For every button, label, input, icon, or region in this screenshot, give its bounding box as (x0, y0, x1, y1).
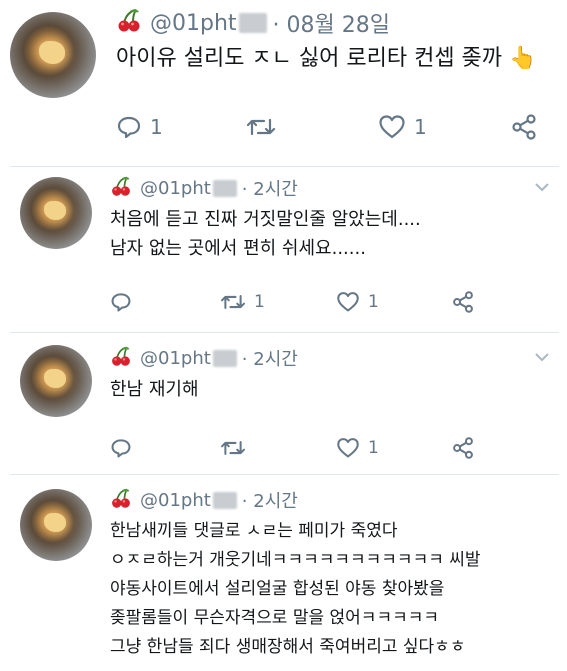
reply-button[interactable] (110, 291, 140, 313)
tweet-text: 아이유 설리도 ㅈㄴ 싫어 로리타 컨셉 좆까 👆 (116, 44, 536, 74)
cherry-icon (110, 345, 132, 372)
reply-tweet[interactable]: @01pht · 2시간 한남새끼들 댓글로 ㅅㄹ는 페미가 죽였다 ㅇㅈㄹ하는… (0, 475, 567, 671)
cherry-icon (110, 175, 132, 202)
tweet-text-line: 처음에 듣고 진짜 거짓말인줄 알았는데.... (110, 209, 421, 230)
reply-count: 1 (150, 115, 163, 139)
share-button[interactable] (452, 291, 474, 313)
reply-button[interactable]: 1 (116, 114, 163, 140)
tweet-text-line: 야동사이트에서 설리얼굴 합성된 야동 찾아봤을 (110, 579, 445, 599)
like-button[interactable]: 1 (336, 291, 379, 313)
avatar[interactable] (20, 177, 92, 249)
chevron-down-icon[interactable] (534, 351, 550, 363)
cherry-icon (110, 487, 132, 514)
avatar[interactable] (20, 345, 92, 417)
timestamp[interactable]: · 2시간 (242, 345, 298, 371)
tweet-text: 한남 재기해 (110, 375, 199, 404)
like-button[interactable]: 1 (336, 437, 379, 459)
redacted-handle (212, 491, 237, 509)
tweet-text-line: 남자 없는 곳에서 편히 쉬세요...... (110, 238, 366, 259)
avatar[interactable] (20, 489, 92, 561)
user-handle[interactable]: @01pht (140, 348, 211, 369)
tweet-text-line: 좆팔롬들이 무슨자격으로 말을 얹어ㅋㅋㅋㅋㅋ (110, 608, 440, 628)
avatar[interactable] (10, 12, 96, 98)
timestamp[interactable]: · 2시간 (242, 175, 298, 201)
share-button[interactable] (511, 114, 537, 140)
retweet-button[interactable] (220, 437, 254, 459)
share-icon (453, 291, 473, 313)
tweet-text-line: 그냥 한남들 죄다 생매장해서 죽여버리고 싶다ㅎㅎ (110, 637, 466, 657)
retweet-icon (220, 295, 246, 309)
pointing-up-emoji: 👆 (509, 46, 537, 71)
user-handle[interactable]: @01pht (140, 490, 211, 511)
heart-icon (337, 438, 359, 458)
tweet-header: @01pht · 08월 28일 (116, 8, 390, 38)
redacted-handle (238, 13, 267, 33)
share-button[interactable] (452, 437, 474, 459)
retweet-button[interactable]: 1 (220, 291, 265, 313)
retweet-icon (246, 118, 276, 136)
retweet-count: 1 (254, 292, 265, 312)
tweet-text-line: 아이유 설리도 ㅈㄴ 싫어 로리타 컨셉 좆까 (116, 46, 503, 71)
like-count: 1 (368, 438, 379, 458)
timestamp[interactable]: · 2시간 (242, 487, 298, 513)
retweet-icon (220, 441, 246, 455)
reply-icon (111, 439, 131, 458)
heart-icon (337, 292, 359, 312)
user-handle[interactable]: @01pht (140, 178, 211, 199)
tweet-text-line: 한남 재기해 (110, 379, 199, 400)
reply-tweet[interactable]: @01pht · 2시간 한남 재기해 1 (0, 333, 567, 475)
like-button[interactable]: 1 (378, 114, 427, 140)
like-count: 1 (368, 292, 379, 312)
tweet-text: 한남새끼들 댓글로 ㅅㄹ는 페미가 죽였다 ㅇㅈㄹ하는거 개웃기네ㅋㅋㅋㅋㅋㅋㅋ… (110, 517, 481, 662)
retweet-button[interactable] (246, 114, 284, 140)
redacted-handle (212, 349, 237, 367)
timestamp[interactable]: · 08월 28일 (273, 7, 390, 39)
share-icon (512, 114, 536, 140)
cherry-icon (116, 7, 142, 39)
chevron-down-icon[interactable] (534, 181, 550, 193)
share-icon (453, 437, 473, 459)
tweet-text: 처음에 듣고 진짜 거짓말인줄 알았는데.... 남자 없는 곳에서 편히 쉬세… (110, 205, 421, 263)
redacted-handle (212, 179, 237, 197)
tweet-text-line: ㅇㅈㄹ하는거 개웃기네ㅋㅋㅋㅋㅋㅋㅋㅋㅋㅋㅋ 씨발 (110, 550, 481, 570)
heart-icon (379, 115, 405, 139)
tweet-main[interactable]: @01pht · 08월 28일 아이유 설리도 ㅈㄴ 싫어 로리타 컨셉 좆까… (0, 0, 567, 168)
reply-icon (111, 293, 131, 312)
tweet-header: @01pht · 2시간 (110, 345, 298, 371)
reply-icon (117, 116, 141, 139)
tweet-header: @01pht · 2시간 (110, 487, 298, 513)
tweet-text-line: 한남새끼들 댓글로 ㅅㄹ는 페미가 죽였다 (110, 521, 398, 541)
reply-button[interactable] (110, 437, 140, 459)
tweet-header: @01pht · 2시간 (110, 175, 298, 201)
user-handle[interactable]: @01pht (150, 11, 237, 36)
reply-tweet[interactable]: @01pht · 2시간 처음에 듣고 진짜 거짓말인줄 알았는데.... 남자… (0, 167, 567, 333)
like-count: 1 (414, 115, 427, 139)
